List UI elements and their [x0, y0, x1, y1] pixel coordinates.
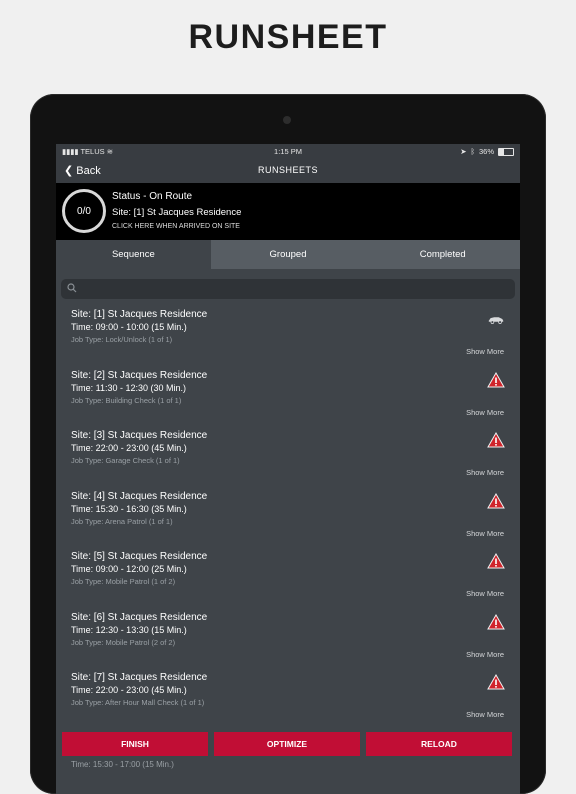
warning-icon	[487, 613, 505, 630]
show-more-link[interactable]: Show More	[466, 408, 504, 417]
show-more-link[interactable]: Show More	[466, 468, 504, 477]
warning-icon	[487, 552, 505, 569]
current-status-panel[interactable]: 0/0 Status - On Route Site: [1] St Jacqu…	[56, 183, 520, 240]
search-bar	[61, 279, 515, 301]
show-more-link[interactable]: Show More	[466, 589, 504, 598]
action-bar: Time: 15:30 - 17:00 (15 Min.) FINISH OPT…	[56, 732, 520, 794]
car-icon	[487, 311, 505, 327]
show-more-link[interactable]: Show More	[466, 347, 504, 356]
list-item[interactable]: Site: [4] St Jacques Residence Time: 15:3…	[56, 483, 520, 544]
job-site: Site: [4] St Jacques Residence	[71, 490, 208, 502]
job-list: Site: [1] St Jacques Residence Time: 09:0…	[56, 301, 520, 725]
job-site: Site: [1] St Jacques Residence	[71, 309, 208, 320]
finish-button[interactable]: FINISH	[62, 732, 208, 756]
battery-group: ➤ ᛒ 36%	[460, 147, 514, 156]
arrived-on-site-link[interactable]: CLICK HERE WHEN ARRIVED ON SITE	[112, 223, 240, 230]
page-heading: RUNSHEET	[188, 18, 388, 56]
job-type: Job Type: Building Check (1 of 1)	[71, 395, 182, 405]
optimize-button[interactable]: OPTIMIZE	[214, 732, 360, 756]
list-item[interactable]: Site: [5] St Jacques Residence Time: 09:0…	[56, 543, 520, 604]
warning-icon	[487, 431, 505, 448]
job-site: Site: [6] St Jacques Residence	[71, 611, 208, 623]
job-time: Time: 15:30 - 16:30 (35 Min.)	[71, 503, 187, 514]
job-time: Time: 12:30 - 13:30 (15 Min.)	[71, 624, 187, 635]
search-input[interactable]	[81, 279, 515, 301]
tab-bar: Sequence Grouped Completed	[56, 240, 520, 269]
battery-fill	[499, 148, 505, 155]
tablet-frame: ▮▮▮▮ TELUS ≋ 1:15 PM ➤ ᛒ 36% ❮ Back RUNS…	[30, 94, 546, 794]
job-time: Time: 22:00 - 23:00 (45 Min.)	[71, 443, 187, 453]
show-more-link[interactable]: Show More	[466, 710, 504, 719]
job-time: Time: 11:30 - 12:30 (30 Min.)	[71, 382, 187, 393]
location-icon: ➤	[460, 147, 467, 156]
job-site: Site: [2] St Jacques Residence	[71, 369, 208, 381]
list-item[interactable]: Site: [2] St Jacques Residence Time: 11:3…	[56, 362, 520, 423]
action-buttons: FINISH OPTIMIZE RELOAD	[62, 732, 512, 756]
search-icon	[67, 283, 77, 293]
job-type: Job Type: Arena Patrol (1 of 1)	[71, 516, 173, 526]
tab-grouped[interactable]: Grouped	[210, 240, 366, 269]
list-item[interactable]: Site: [1] St Jacques Residence Time: 09:0…	[56, 301, 520, 362]
job-time: Time: 22:00 - 23:00 (45 Min.)	[71, 685, 187, 695]
show-more-link[interactable]: Show More	[466, 529, 504, 538]
battery-percent: 36%	[478, 147, 494, 156]
progress-ring: 0/0	[62, 189, 106, 233]
list-item[interactable]: Site: [6] St Jacques Residence Time: 12:3…	[56, 604, 520, 665]
front-camera	[283, 116, 291, 124]
app-screen: ▮▮▮▮ TELUS ≋ 1:15 PM ➤ ᛒ 36% ❮ Back RUNS…	[56, 144, 520, 794]
battery-icon	[498, 147, 514, 156]
clock: 1:15 PM	[274, 147, 302, 156]
job-type: Job Type: Mobile Patrol (1 of 2)	[71, 577, 176, 586]
nav-title: RUNSHEETS	[257, 165, 318, 175]
job-type: Job Type: After Hour Mall Check (1 of 1)	[71, 698, 205, 707]
job-time: Time: 09:00 - 12:00 (25 Min.)	[71, 564, 187, 574]
reload-button[interactable]: RELOAD	[366, 732, 512, 756]
show-more-link[interactable]: Show More	[466, 650, 504, 659]
tab-completed[interactable]: Completed	[365, 240, 520, 269]
current-site-text: Site: [1] St Jacques Residence	[112, 207, 242, 218]
job-type: Job Type: Lock/Unlock (1 of 1)	[71, 335, 173, 344]
warning-icon	[487, 371, 505, 388]
navigation-bar: ❮ Back RUNSHEETS	[56, 158, 520, 183]
job-type: Job Type: Mobile Patrol (2 of 2)	[71, 637, 176, 647]
job-time: Time: 09:00 - 10:00 (15 Min.)	[71, 322, 187, 332]
tab-sequence[interactable]: Sequence	[56, 240, 211, 269]
progress-counter: 0/0	[77, 205, 91, 217]
job-site: Site: [5] St Jacques Residence	[71, 551, 208, 562]
list-item[interactable]: Site: [7] St Jacques Residence Time: 22:0…	[56, 664, 520, 725]
status-text: Status - On Route	[112, 191, 193, 202]
ios-status-bar: ▮▮▮▮ TELUS ≋ 1:15 PM ➤ ᛒ 36%	[56, 144, 520, 158]
warning-icon	[487, 673, 505, 690]
job-site: Site: [7] St Jacques Residence	[71, 672, 208, 683]
bluetooth-icon: ᛒ	[470, 147, 475, 156]
list-item[interactable]: Site: [3] St Jacques Residence Time: 22:0…	[56, 422, 520, 483]
job-type: Job Type: Garage Check (1 of 1)	[71, 456, 180, 465]
warning-icon	[487, 492, 505, 509]
job-site: Site: [3] St Jacques Residence	[71, 430, 208, 441]
